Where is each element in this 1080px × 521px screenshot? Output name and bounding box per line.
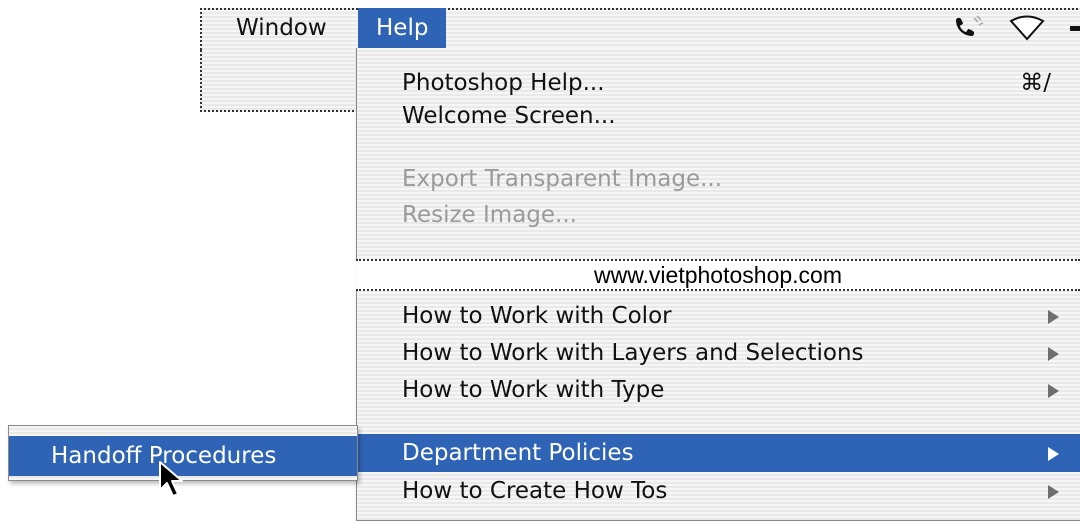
submenu-arrow-icon	[1048, 310, 1059, 324]
menu-item-export-transparent-image: Export Transparent Image...	[357, 160, 1080, 198]
menu-item-label: Welcome Screen...	[402, 103, 616, 129]
menu-window[interactable]: Window	[218, 8, 345, 48]
menu-item-welcome-screen[interactable]: Welcome Screen...	[357, 97, 1080, 135]
menu-item-label: How to Work with Color	[402, 303, 672, 329]
submenu-arrow-icon	[1048, 485, 1059, 499]
menu-item-department-policies[interactable]: Department Policies	[357, 434, 1080, 472]
menu-bar-edge	[200, 50, 362, 112]
wifi-icon[interactable]	[1008, 14, 1048, 46]
phone-icon[interactable]	[952, 14, 986, 46]
menu-item-label: Resize Image...	[402, 202, 577, 228]
menu-item-resize-image: Resize Image...	[357, 196, 1080, 234]
menu-item-label: How to Work with Type	[402, 377, 665, 403]
battery-icon[interactable]	[1070, 26, 1080, 31]
menu-item-label: Department Policies	[402, 440, 634, 466]
menu-item-create-how-tos[interactable]: How to Create How Tos	[357, 472, 1080, 510]
menu-item-label: How to Create How Tos	[402, 478, 668, 504]
menu-item-work-with-type[interactable]: How to Work with Type	[357, 371, 1080, 409]
submenu-arrow-icon	[1048, 347, 1059, 361]
menu-help-label: Help	[376, 15, 429, 41]
menu-window-label: Window	[236, 15, 327, 41]
menu-help[interactable]: Help	[358, 8, 447, 48]
submenu-arrow-icon	[1048, 384, 1059, 398]
watermark-text: www.vietphotoshop.com	[356, 259, 1080, 291]
menu-item-work-with-color[interactable]: How to Work with Color	[357, 297, 1080, 335]
menu-item-label: Photoshop Help...	[402, 70, 605, 96]
mouse-pointer-icon	[158, 460, 192, 504]
submenu-arrow-icon	[1048, 447, 1059, 461]
menu-item-work-with-layers[interactable]: How to Work with Layers and Selections	[357, 334, 1080, 372]
menu-item-label: How to Work with Layers and Selections	[402, 340, 864, 366]
menu-item-label: Export Transparent Image...	[402, 166, 723, 192]
